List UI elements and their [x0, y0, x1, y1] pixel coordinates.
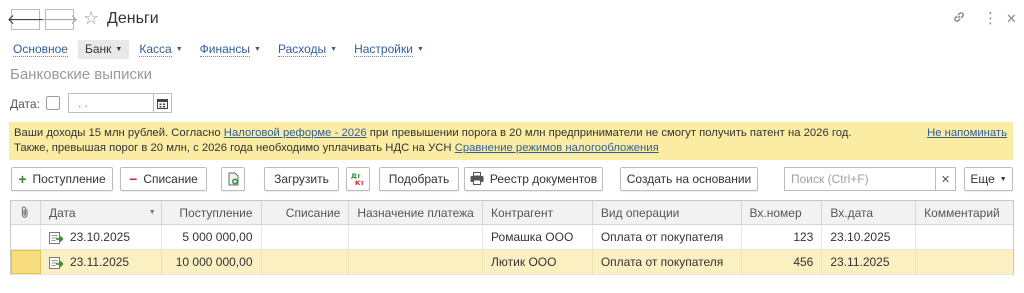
date-checkbox[interactable]: [46, 96, 60, 110]
paperclip-icon: [22, 206, 29, 218]
date-label: Дата:: [10, 97, 40, 111]
back-button[interactable]: 🡐: [7, 9, 44, 30]
dismiss-link[interactable]: Не напоминать: [927, 126, 1007, 141]
copy-document-button[interactable]: [221, 167, 245, 191]
select-button[interactable]: Подобрать: [379, 167, 459, 191]
menu-item-finance[interactable]: Финансы ▼: [199, 41, 261, 57]
header-operation[interactable]: Вид операции: [593, 201, 742, 224]
calendar-button[interactable]: [154, 93, 172, 113]
header-writeoff[interactable]: Списание: [262, 201, 350, 224]
tax-comparison-link[interactable]: Сравнение режимов налогообложения: [455, 142, 659, 154]
menu-item-cash[interactable]: Касса ▼: [139, 41, 183, 57]
calendar-icon: [157, 98, 168, 109]
document-add-icon: [228, 172, 239, 186]
chevron-down-icon: ▼: [175, 45, 183, 53]
vertical-dots-icon[interactable]: ⋮: [983, 10, 998, 28]
header-date[interactable]: Дата ▼: [41, 201, 162, 224]
create-based-on-button[interactable]: Создать на основании: [620, 167, 758, 191]
menu-item-expenses[interactable]: Расходы ▼: [277, 41, 338, 57]
svg-text:Кт: Кт: [355, 179, 364, 186]
more-button[interactable]: Еще ▼: [964, 167, 1013, 191]
tax-reform-banner: Ваши доходы 15 млн рублей. Согласно Нало…: [9, 122, 1013, 160]
header-receipt[interactable]: Поступление: [162, 201, 262, 224]
chevron-down-icon: ▼: [999, 175, 1007, 183]
document-registry-button[interactable]: Реестр документов: [464, 167, 603, 191]
header-counterparty[interactable]: Контрагент: [483, 201, 593, 224]
menu-item-main[interactable]: Основное: [13, 41, 68, 57]
posting-report-button[interactable]: Дт Кт: [346, 167, 370, 191]
posted-document-icon: [48, 257, 63, 269]
banner-line-1: Ваши доходы 15 млн рублей. Согласно Нало…: [14, 127, 852, 139]
printer-icon: [470, 171, 484, 187]
chevron-down-icon: ▼: [115, 45, 123, 53]
chevron-down-icon: ▼: [330, 45, 338, 53]
tax-reform-link[interactable]: Налоговой реформе - 2026: [224, 127, 367, 139]
minus-icon: −: [129, 171, 138, 187]
plus-icon: +: [18, 171, 27, 187]
date-input[interactable]: . .: [68, 93, 154, 113]
header-in-number[interactable]: Вх.номер: [742, 201, 823, 224]
posted-document-icon: [48, 232, 63, 244]
forward-button[interactable]: 🡒: [41, 9, 78, 30]
window-title: Деньги: [107, 10, 159, 27]
header-attachment[interactable]: [11, 201, 41, 224]
arrow-right-icon: 🡒: [40, 11, 79, 27]
header-purpose[interactable]: Назначение платежа: [349, 201, 484, 224]
page-title: Банковские выписки: [10, 66, 152, 83]
close-icon: ✕: [940, 173, 951, 186]
table-row-selected[interactable]: 23.11.2025 10 000 000,00 Лютик ООО Оплат…: [11, 250, 1013, 275]
add-writeoff-button[interactable]: − Списание: [120, 167, 207, 191]
search-clear-button[interactable]: ✕: [936, 167, 956, 191]
link-icon[interactable]: [952, 10, 966, 28]
star-icon[interactable]: ☆: [83, 8, 99, 28]
table-row[interactable]: 23.10.2025 5 000 000,00 Ромашка ООО Опла…: [11, 225, 1013, 250]
chevron-down-icon: ▼: [254, 45, 261, 53]
table-header: Дата ▼ Поступление Списание Назначение пл…: [11, 201, 1013, 225]
search-input[interactable]: Поиск (Ctrl+F): [784, 167, 936, 191]
close-icon[interactable]: ✕: [1006, 10, 1017, 28]
sort-desc-icon: ▼: [148, 209, 156, 216]
menu-item-settings[interactable]: Настройки ▼: [354, 41, 424, 57]
banner-line-2: Также, превышая порог в 20 млн, с 2026 г…: [14, 142, 659, 154]
add-receipt-button[interactable]: + Поступление: [11, 167, 113, 191]
arrow-left-icon: 🡐: [6, 11, 45, 27]
section-menu: Основное Банк ▼ Касса ▼ Финансы ▼ Расходы ▼ …: [13, 39, 441, 59]
dt-kt-icon: ДтКт: [351, 172, 364, 186]
bank-statements-table: Дата ▼ Поступление Списание Назначение пл…: [10, 200, 1014, 275]
header-in-date[interactable]: Вх.дата: [822, 201, 917, 224]
menu-item-bank[interactable]: Банк ▼: [77, 39, 130, 59]
load-button[interactable]: Загрузить: [264, 167, 339, 191]
header-comment[interactable]: Комментарий: [916, 201, 1013, 224]
chevron-down-icon: ▼: [416, 45, 424, 53]
